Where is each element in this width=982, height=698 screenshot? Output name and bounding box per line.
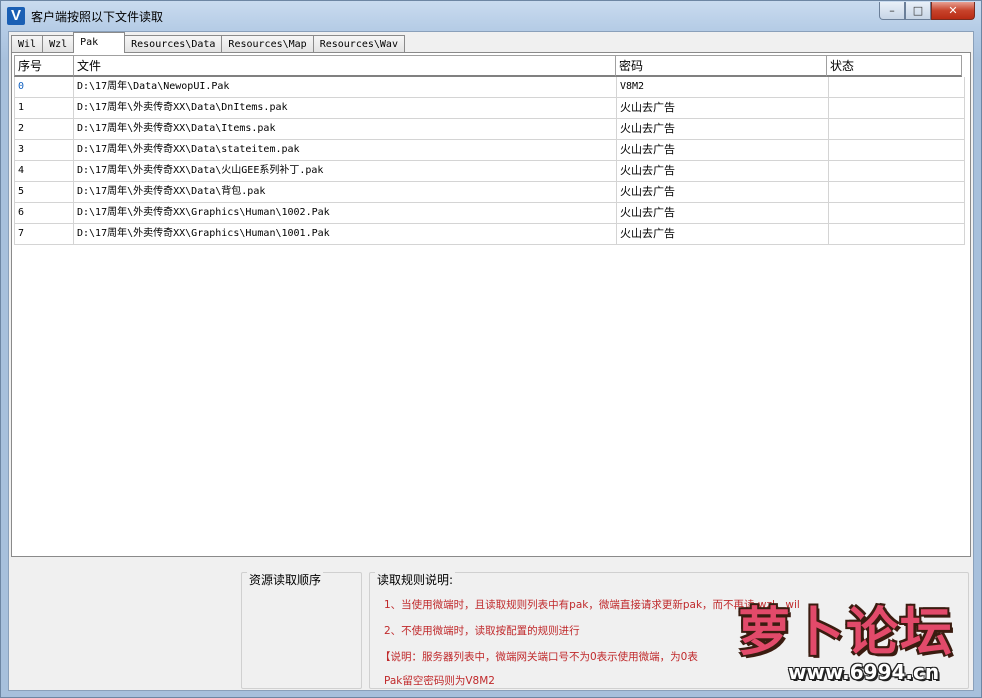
cell-password[interactable]: 火山去广告 bbox=[617, 224, 829, 245]
cell-file[interactable]: D:\17周年\外卖传奇XX\Data\stateitem.pak bbox=[74, 140, 617, 161]
pak-tab-panel: 序号 文件 密码 状态 0 D:\17周年\Data\NewopUI.Pak V… bbox=[11, 52, 971, 557]
cell-status[interactable] bbox=[829, 161, 965, 182]
table-row[interactable]: 0 D:\17周年\Data\NewopUI.Pak V8M2 bbox=[14, 77, 965, 98]
cell-index[interactable]: 7 bbox=[14, 224, 74, 245]
column-header-index[interactable]: 序号 bbox=[14, 55, 74, 77]
cell-file[interactable]: D:\17周年\外卖传奇XX\Graphics\Human\1001.Pak bbox=[74, 224, 617, 245]
cell-index[interactable]: 0 bbox=[14, 77, 74, 98]
cell-file[interactable]: D:\17周年\外卖传奇XX\Data\背包.pak bbox=[74, 182, 617, 203]
cell-password[interactable]: 火山去广告 bbox=[617, 98, 829, 119]
cell-file[interactable]: D:\17周年\外卖传奇XX\Data\DnItems.pak bbox=[74, 98, 617, 119]
cell-status[interactable] bbox=[829, 140, 965, 161]
cell-status[interactable] bbox=[829, 77, 965, 98]
bottom-area: 资源读取顺序 读取规则说明: 1、当使用微端时，且读取规则列表中有pak，微端直… bbox=[9, 560, 973, 690]
cell-index[interactable]: 6 bbox=[14, 203, 74, 224]
cell-password[interactable]: 火山去广告 bbox=[617, 140, 829, 161]
cell-status[interactable] bbox=[829, 98, 965, 119]
table-row[interactable]: 5 D:\17周年\外卖传奇XX\Data\背包.pak 火山去广告 bbox=[14, 182, 965, 203]
rule-line-3: 【说明：服务器列表中，微端网关端口号不为0表示使用微端，为0表 bbox=[380, 651, 698, 663]
main-window: V 客户端按照以下文件读取 – □ ✕ Wil Wzl Pak Resource… bbox=[0, 0, 982, 698]
table-row[interactable]: 3 D:\17周年\外卖传奇XX\Data\stateitem.pak 火山去广… bbox=[14, 140, 965, 161]
table-row[interactable]: 2 D:\17周年\外卖传奇XX\Data\Items.pak 火山去广告 bbox=[14, 119, 965, 140]
pak-file-grid[interactable]: 序号 文件 密码 状态 0 D:\17周年\Data\NewopUI.Pak V… bbox=[14, 55, 965, 555]
cell-status[interactable] bbox=[829, 203, 965, 224]
cell-password[interactable]: 火山去广告 bbox=[617, 161, 829, 182]
window-controls: – □ ✕ bbox=[879, 2, 975, 20]
tab-strip: Wil Wzl Pak Resources\Data Resources\Map… bbox=[11, 32, 405, 53]
cell-file[interactable]: D:\17周年\外卖传奇XX\Graphics\Human\1002.Pak bbox=[74, 203, 617, 224]
tab-pak[interactable]: Pak bbox=[73, 32, 126, 53]
client-area: Wil Wzl Pak Resources\Data Resources\Map… bbox=[8, 31, 974, 691]
minimize-button[interactable]: – bbox=[879, 2, 905, 20]
window-title: 客户端按照以下文件读取 bbox=[31, 10, 164, 24]
cell-index[interactable]: 3 bbox=[14, 140, 74, 161]
cell-password[interactable]: 火山去广告 bbox=[617, 119, 829, 140]
title-bar[interactable]: V 客户端按照以下文件读取 – □ ✕ bbox=[1, 1, 981, 31]
cell-password[interactable]: 火山去广告 bbox=[617, 203, 829, 224]
cell-status[interactable] bbox=[829, 224, 965, 245]
rule-line-2: 2、不使用微端时，读取按配置的规则进行 bbox=[384, 625, 580, 637]
resource-order-group: 资源读取顺序 bbox=[241, 571, 362, 689]
tab-wil[interactable]: Wil bbox=[11, 35, 44, 53]
cell-status[interactable] bbox=[829, 119, 965, 140]
table-row[interactable]: 1 D:\17周年\外卖传奇XX\Data\DnItems.pak 火山去广告 bbox=[14, 98, 965, 119]
column-header-status[interactable]: 状态 bbox=[826, 55, 962, 77]
cell-password[interactable]: V8M2 bbox=[617, 77, 829, 98]
tab-wzl[interactable]: Wzl bbox=[42, 35, 75, 53]
resource-order-label: 资源读取顺序 bbox=[247, 571, 324, 588]
column-header-password[interactable]: 密码 bbox=[615, 55, 827, 77]
rules-group: 读取规则说明: 1、当使用微端时，且读取规则列表中有pak，微端直接请求更新pa… bbox=[369, 571, 969, 689]
cell-file[interactable]: D:\17周年\外卖传奇XX\Data\火山GEE系列补丁.pak bbox=[74, 161, 617, 182]
maximize-button[interactable]: □ bbox=[905, 2, 931, 20]
rules-label: 读取规则说明: bbox=[375, 571, 456, 588]
cell-status[interactable] bbox=[829, 182, 965, 203]
cell-index[interactable]: 5 bbox=[14, 182, 74, 203]
grid-header: 序号 文件 密码 状态 bbox=[14, 55, 965, 77]
close-button[interactable]: ✕ bbox=[931, 2, 975, 20]
table-row[interactable]: 6 D:\17周年\外卖传奇XX\Graphics\Human\1002.Pak… bbox=[14, 203, 965, 224]
cell-file[interactable]: D:\17周年\外卖传奇XX\Data\Items.pak bbox=[74, 119, 617, 140]
cell-file[interactable]: D:\17周年\Data\NewopUI.Pak bbox=[74, 77, 617, 98]
cell-index[interactable]: 2 bbox=[14, 119, 74, 140]
app-v-icon: V bbox=[7, 7, 25, 25]
cell-index[interactable]: 1 bbox=[14, 98, 74, 119]
table-row[interactable]: 7 D:\17周年\外卖传奇XX\Graphics\Human\1001.Pak… bbox=[14, 224, 965, 245]
tab-resources-map[interactable]: Resources\Map bbox=[221, 35, 314, 53]
rule-line-4: Pak留空密码则为V8M2 bbox=[384, 675, 495, 687]
tab-resources-wav[interactable]: Resources\Wav bbox=[312, 35, 405, 53]
column-header-file[interactable]: 文件 bbox=[73, 55, 616, 77]
tab-resources-data[interactable]: Resources\Data bbox=[124, 35, 223, 53]
cell-index[interactable]: 4 bbox=[14, 161, 74, 182]
rule-line-1: 1、当使用微端时，且读取规则列表中有pak，微端直接请求更新pak，而不再读 w… bbox=[384, 599, 800, 611]
table-row[interactable]: 4 D:\17周年\外卖传奇XX\Data\火山GEE系列补丁.pak 火山去广… bbox=[14, 161, 965, 182]
cell-password[interactable]: 火山去广告 bbox=[617, 182, 829, 203]
